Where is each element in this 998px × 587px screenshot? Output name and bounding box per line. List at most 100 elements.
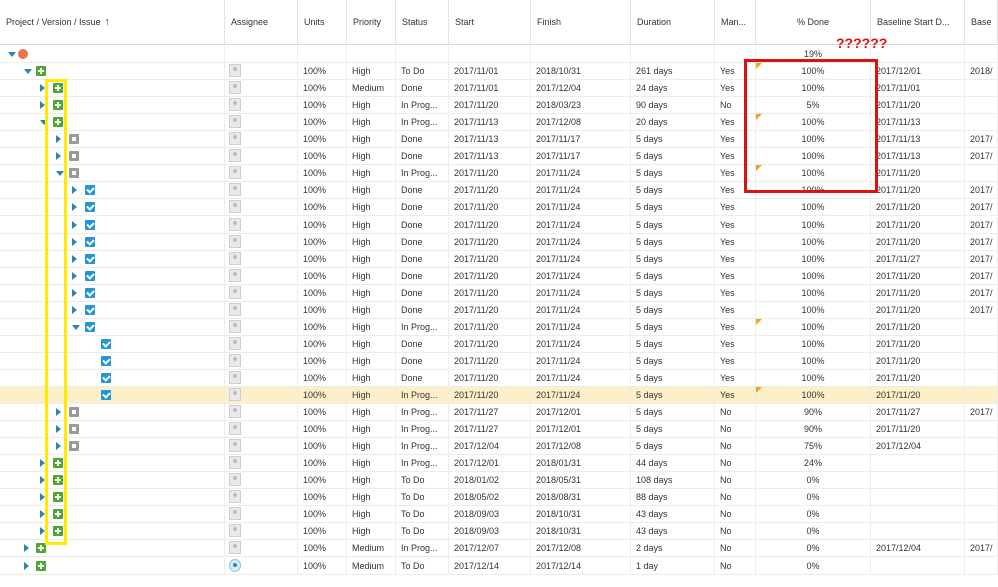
status-cell[interactable]: In Prog... (396, 114, 449, 131)
units-cell[interactable]: 100% (298, 97, 347, 114)
tree-cell[interactable] (0, 46, 225, 62)
priority-cell[interactable]: Medium (347, 540, 396, 557)
status-cell[interactable]: To Do (396, 506, 449, 523)
finish-cell[interactable]: 2017/12/01 (531, 404, 631, 421)
assignee-cell[interactable] (225, 387, 298, 403)
status-cell[interactable]: In Prog... (396, 438, 449, 455)
tree-cell[interactable] (0, 438, 225, 455)
status-cell[interactable]: Done (396, 199, 449, 216)
baseline-start-cell[interactable] (871, 472, 965, 489)
manual-cell[interactable]: No (715, 97, 756, 114)
baseline-more-cell[interactable]: 2017/ (965, 250, 998, 267)
units-cell[interactable]: 100% (298, 506, 347, 523)
done-cell[interactable]: 100% (756, 63, 871, 80)
manual-cell[interactable]: Yes (715, 267, 756, 284)
assignee-cell[interactable] (225, 489, 298, 506)
baseline-more-cell[interactable] (965, 97, 998, 114)
table-row[interactable]: 100% High In Prog... 2017/11/20 2017/11/24 5 … (0, 387, 998, 404)
manual-cell[interactable]: No (715, 472, 756, 489)
table-row[interactable]: 100% High Done 2017/11/20 2017/11/24 5 days Ye… (0, 182, 998, 200)
units-cell[interactable]: 100% (298, 301, 347, 318)
units-cell[interactable]: 100% (298, 267, 347, 284)
expand-toggle-icon[interactable] (72, 288, 77, 297)
assignee-cell[interactable] (225, 301, 298, 318)
start-cell[interactable]: 2017/11/13 (449, 148, 531, 165)
baseline-more-cell[interactable] (965, 352, 998, 369)
baseline-start-cell[interactable]: 2017/11/20 (871, 335, 965, 352)
baseline-start-cell[interactable] (871, 557, 965, 574)
done-cell[interactable]: 100% (756, 182, 871, 199)
manual-cell[interactable]: No (715, 540, 756, 557)
done-cell[interactable]: 100% (756, 284, 871, 301)
done-cell[interactable]: 100% (756, 250, 871, 267)
start-cell[interactable]: 2017/11/20 (449, 250, 531, 267)
done-cell[interactable]: 0% (756, 523, 871, 540)
status-cell[interactable]: In Prog... (396, 97, 449, 114)
baseline-start-cell[interactable]: 2017/11/20 (871, 387, 965, 403)
table-row[interactable]: 100% High Done 2017/11/20 2017/11/24 5 days Ye… (0, 199, 998, 217)
baseline-start-cell[interactable]: 2017/11/20 (871, 284, 965, 301)
manual-cell[interactable]: No (715, 557, 756, 574)
priority-cell[interactable]: High (347, 284, 396, 301)
baseline-more-cell[interactable]: 2017/ (965, 148, 998, 165)
finish-cell[interactable]: 2017/11/24 (531, 318, 631, 335)
manual-cell[interactable]: No (715, 506, 756, 523)
duration-cell[interactable]: 5 days (631, 284, 715, 301)
priority-cell[interactable]: High (347, 318, 396, 335)
manual-cell[interactable]: Yes (715, 301, 756, 318)
status-cell[interactable]: Done (396, 301, 449, 318)
tree-cell[interactable] (0, 63, 225, 80)
assignee-cell[interactable] (225, 335, 298, 352)
units-cell[interactable]: 100% (298, 284, 347, 301)
baseline-start-cell[interactable]: 2017/11/20 (871, 216, 965, 233)
status-cell[interactable]: Done (396, 267, 449, 284)
priority-cell[interactable]: High (347, 250, 396, 267)
duration-cell[interactable]: 5 days (631, 301, 715, 318)
tree-cell[interactable] (0, 318, 225, 335)
start-cell[interactable]: 2017/11/20 (449, 301, 531, 318)
table-row[interactable]: 100% Medium In Prog... 2017/12/07 2017/12/08… (0, 540, 998, 558)
manual-cell[interactable]: Yes (715, 182, 756, 199)
units-cell[interactable]: 100% (298, 472, 347, 489)
tree-cell[interactable] (0, 540, 225, 557)
done-cell[interactable]: 0% (756, 540, 871, 557)
expand-toggle-icon[interactable] (56, 408, 61, 417)
baseline-more-cell[interactable] (965, 472, 998, 489)
baseline-start-cell[interactable]: 2017/12/04 (871, 438, 965, 455)
collapse-toggle-icon[interactable] (24, 69, 32, 75)
tree-cell[interactable] (0, 489, 225, 506)
status-cell[interactable]: In Prog... (396, 165, 449, 182)
baseline-more-cell[interactable]: 2017/ (965, 404, 998, 421)
tree-cell[interactable] (0, 233, 225, 250)
finish-cell[interactable]: 2017/11/24 (531, 369, 631, 386)
expand-toggle-icon[interactable] (56, 152, 61, 161)
table-row[interactable]: 100% High Done 2017/11/20 2017/11/24 5 days Ye… (0, 267, 998, 285)
done-cell[interactable]: 24% (756, 455, 871, 472)
units-cell[interactable]: 100% (298, 523, 347, 540)
expand-toggle-icon[interactable] (72, 237, 77, 246)
priority-cell[interactable]: High (347, 233, 396, 250)
duration-cell[interactable]: 5 days (631, 369, 715, 386)
units-cell[interactable]: 100% (298, 540, 347, 557)
status-cell[interactable]: Done (396, 216, 449, 233)
manual-cell[interactable] (715, 46, 756, 62)
finish-cell[interactable]: 2017/11/24 (531, 301, 631, 318)
done-cell[interactable]: 90% (756, 404, 871, 421)
done-cell[interactable]: 100% (756, 369, 871, 386)
baseline-start-cell[interactable]: 2017/12/04 (871, 540, 965, 557)
priority-cell[interactable]: Medium (347, 557, 396, 574)
assignee-cell[interactable] (225, 165, 298, 182)
finish-cell[interactable]: 2017/11/24 (531, 233, 631, 250)
expand-toggle-icon[interactable] (72, 203, 77, 212)
expand-toggle-icon[interactable] (72, 186, 77, 195)
finish-cell[interactable]: 2018/10/31 (531, 506, 631, 523)
status-cell[interactable]: In Prog... (396, 455, 449, 472)
manual-cell[interactable]: Yes (715, 369, 756, 386)
units-cell[interactable]: 100% (298, 233, 347, 250)
finish-cell[interactable]: 2017/11/24 (531, 165, 631, 182)
column-header-tree[interactable]: Project / Version / Issue ↑ (0, 0, 225, 45)
start-cell[interactable]: 2017/11/20 (449, 182, 531, 199)
done-cell[interactable]: 0% (756, 506, 871, 523)
duration-cell[interactable]: 5 days (631, 318, 715, 335)
table-row[interactable]: 100% High To Do 2017/11/01 2018/10/31 261 day… (0, 63, 998, 81)
